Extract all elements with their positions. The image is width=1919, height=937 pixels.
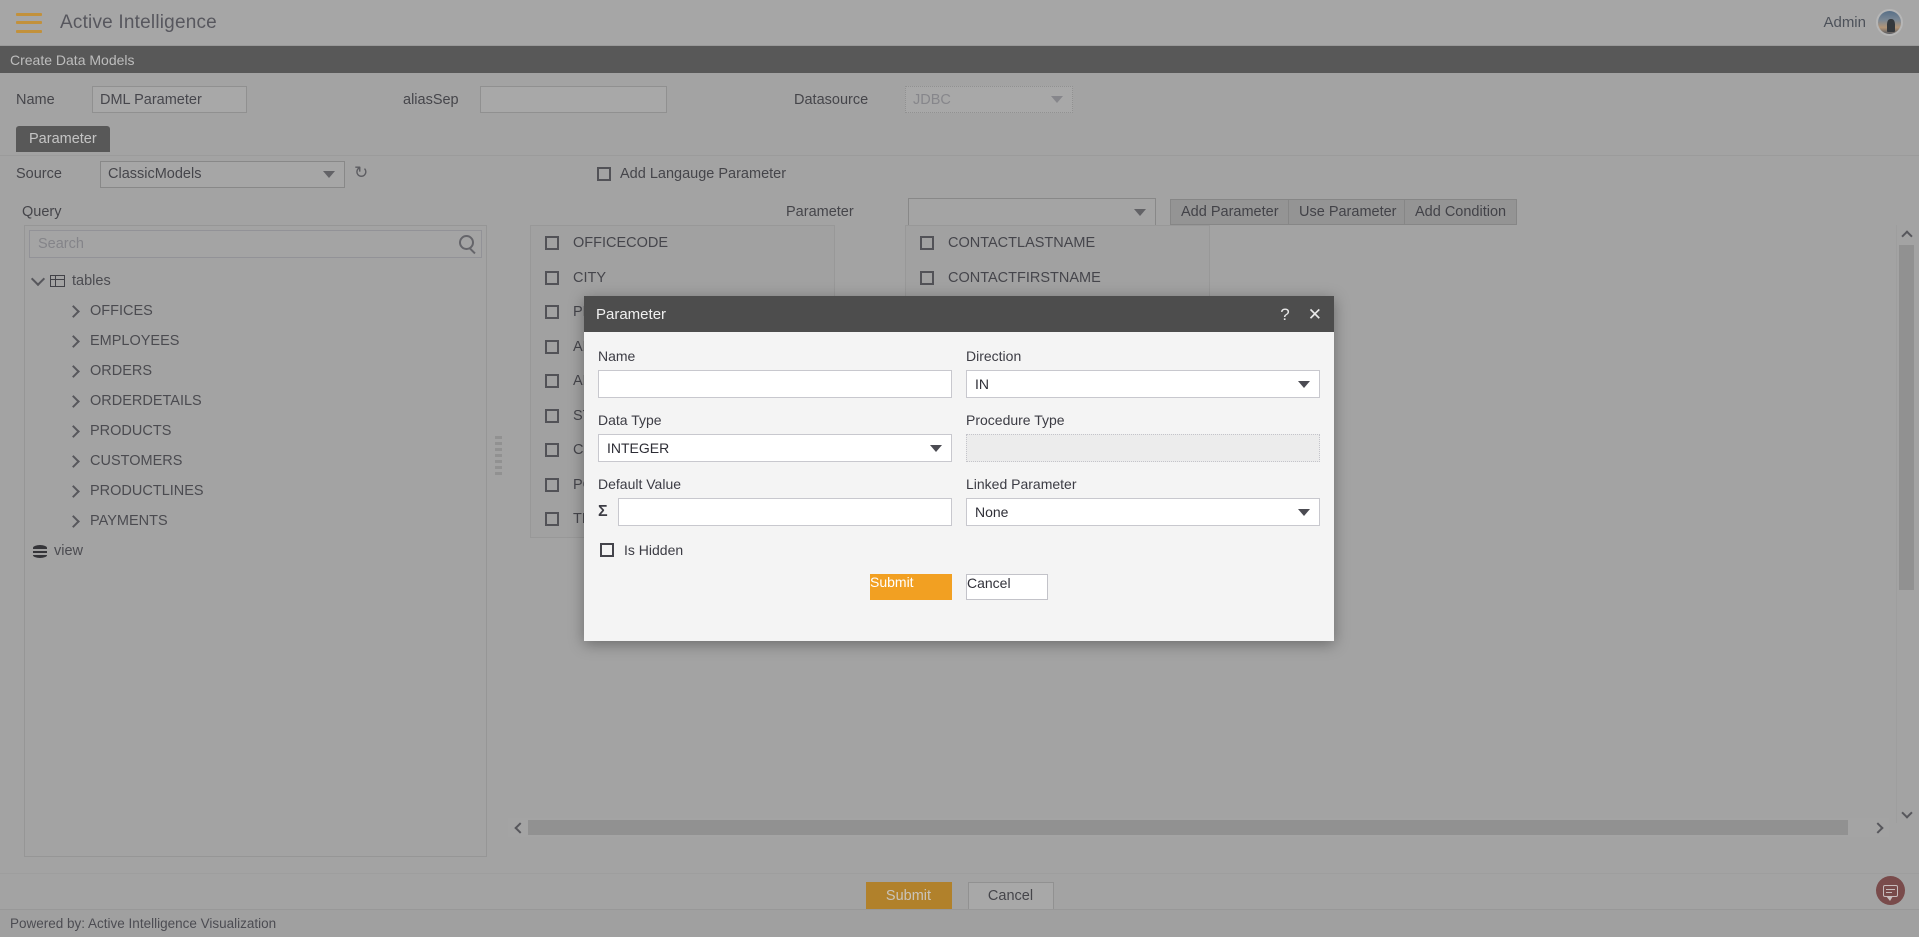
procedure-type-label: Procedure Type [966, 412, 1065, 428]
direction-select[interactable]: IN [966, 370, 1320, 398]
default-value-label: Default Value [598, 476, 682, 492]
dialog-title-actions: ? ✕ [1280, 306, 1322, 323]
direction-label: Direction [966, 348, 1022, 364]
field-name: Name [598, 348, 952, 398]
dialog-footer: Submit Cancel [598, 574, 1320, 600]
dialog-field-grid: Name Direction IN Data Type INTEGER Proc… [598, 348, 1320, 540]
dialog-submit-button[interactable]: Submit [870, 574, 952, 600]
data-type-select[interactable]: INTEGER [598, 434, 952, 462]
field-direction: Direction IN [966, 348, 1320, 398]
chevron-down-icon [1298, 380, 1310, 388]
linked-parameter-value: None [975, 504, 1009, 520]
field-procedure-type: Procedure Type [966, 412, 1320, 462]
is-hidden-label: Is Hidden [624, 542, 684, 558]
is-hidden-row: Is Hidden [600, 542, 1320, 558]
dialog-cancel-button[interactable]: Cancel [966, 574, 1048, 600]
procedure-type-input[interactable] [966, 434, 1320, 462]
is-hidden-checkbox[interactable] [600, 543, 614, 557]
name-input[interactable] [598, 370, 952, 398]
default-value-row: Σ [598, 498, 952, 526]
linked-parameter-label: Linked Parameter [966, 476, 1077, 492]
dialog-cancel-label: Cancel [967, 575, 1011, 591]
field-linked-parameter: Linked Parameter None [966, 476, 1320, 526]
chevron-down-icon [1298, 508, 1310, 516]
data-type-value: INTEGER [607, 440, 670, 456]
dialog-title-bar: Parameter ? ✕ [584, 296, 1334, 332]
dialog-submit-label: Submit [870, 574, 914, 590]
dialog-title: Parameter [596, 305, 667, 323]
default-value-input[interactable] [617, 498, 952, 526]
field-default-value: Default Value Σ [598, 476, 952, 526]
name-label: Name [598, 348, 636, 364]
direction-value: IN [975, 376, 989, 392]
sigma-icon[interactable]: Σ [598, 503, 608, 521]
chevron-down-icon [930, 444, 942, 452]
help-icon[interactable]: ? [1280, 306, 1289, 323]
field-data-type: Data Type INTEGER [598, 412, 952, 462]
parameter-dialog: Parameter ? ✕ Name Direction IN Data Typ… [584, 296, 1334, 641]
dialog-body: Name Direction IN Data Type INTEGER Proc… [584, 332, 1334, 600]
close-icon[interactable]: ✕ [1308, 306, 1322, 323]
linked-parameter-select[interactable]: None [966, 498, 1320, 526]
data-type-label: Data Type [598, 412, 662, 428]
